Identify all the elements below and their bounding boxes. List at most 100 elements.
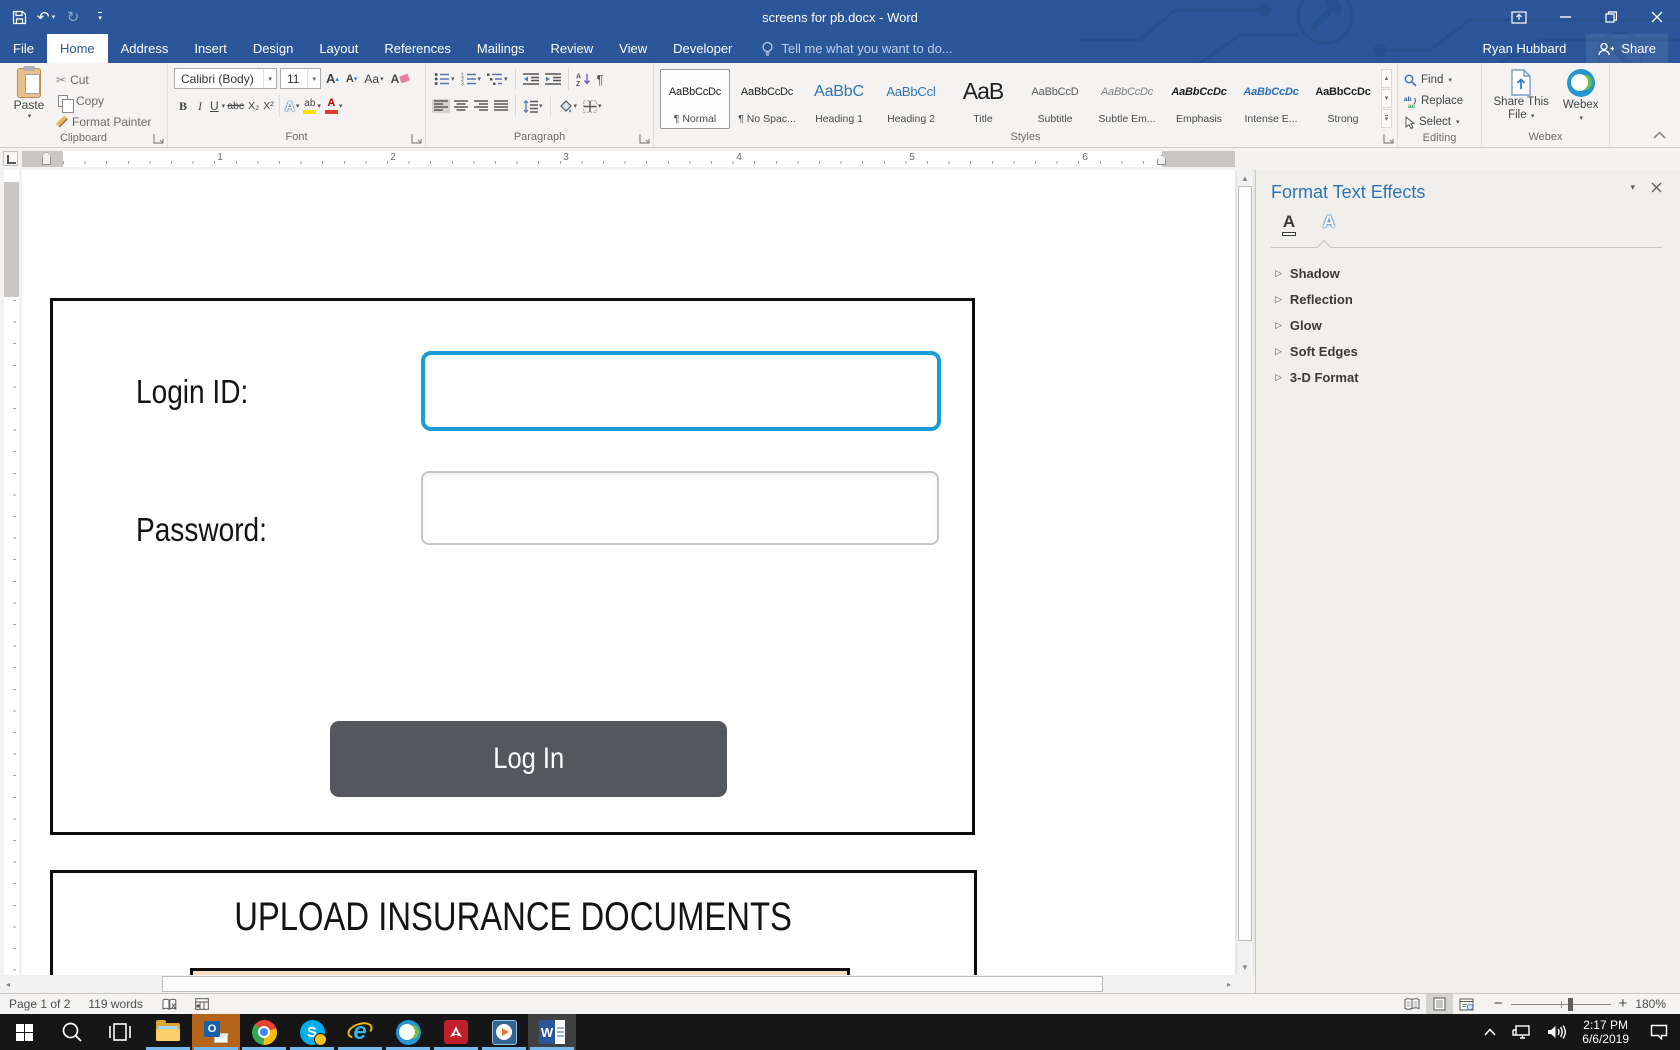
- style-normal[interactable]: AaBbCcDc¶ Normal: [660, 69, 730, 129]
- webex-button[interactable]: Webex ▾: [1559, 66, 1603, 130]
- tab-address[interactable]: Address: [108, 34, 182, 63]
- print-layout-button[interactable]: [1426, 994, 1453, 1015]
- network-status[interactable]: [1505, 1014, 1539, 1050]
- scroll-down-icon[interactable]: ▼: [1237, 959, 1253, 975]
- bold-button[interactable]: B: [174, 98, 192, 115]
- section-soft-edges[interactable]: ▷Soft Edges: [1271, 338, 1662, 364]
- align-right-button[interactable]: [472, 99, 490, 113]
- underline-button[interactable]: U: [208, 98, 221, 114]
- clear-formatting-button[interactable]: A: [389, 71, 412, 87]
- sort-button[interactable]: AZ: [574, 71, 593, 87]
- style-heading-1[interactable]: AaBbCHeading 1: [804, 69, 874, 129]
- undo-button[interactable]: ↶▾: [37, 6, 55, 28]
- shrink-font-button[interactable]: A▾: [344, 72, 359, 86]
- zoom-percentage[interactable]: 180%: [1635, 997, 1666, 1011]
- scroll-right-icon[interactable]: ▸: [1221, 975, 1237, 993]
- scroll-up-icon[interactable]: ▲: [1237, 170, 1253, 186]
- taskbar-media-player[interactable]: [480, 1014, 528, 1050]
- macro-record-icon[interactable]: [187, 994, 217, 1014]
- copy-button[interactable]: Copy: [56, 91, 151, 110]
- paste-button[interactable]: Paste ▾: [6, 66, 52, 131]
- grow-font-button[interactable]: A▴: [324, 70, 341, 87]
- change-case-button[interactable]: Aa▾: [362, 71, 385, 87]
- tab-design[interactable]: Design: [240, 34, 306, 63]
- borders-button[interactable]: ▾: [581, 99, 604, 114]
- page-indicator[interactable]: Page 1 of 2: [0, 994, 79, 1014]
- show-hide-pilcrow-button[interactable]: ¶: [595, 71, 606, 88]
- pane-close-icon[interactable]: [1651, 182, 1662, 193]
- strikethrough-button[interactable]: abc: [225, 99, 246, 113]
- tab-insert[interactable]: Insert: [181, 34, 240, 63]
- pane-menu-icon[interactable]: ▾: [1630, 182, 1635, 193]
- proofing-status-icon[interactable]: [152, 994, 187, 1014]
- share-this-file-button[interactable]: Share This File ▾: [1490, 66, 1553, 130]
- clipboard-dialog-launcher-icon[interactable]: [153, 133, 164, 144]
- style-strong[interactable]: AaBbCcDcStrong: [1308, 69, 1378, 129]
- password-field[interactable]: [421, 471, 939, 545]
- font-dialog-launcher-icon[interactable]: [411, 133, 422, 144]
- paragraph-dialog-launcher-icon[interactable]: [639, 133, 650, 144]
- taskbar-webex[interactable]: [384, 1014, 432, 1050]
- tab-view[interactable]: View: [606, 34, 660, 63]
- taskbar-chrome[interactable]: [240, 1014, 288, 1050]
- document-page[interactable]: Login ID: Password: Log In UPLOAD INSURA…: [22, 170, 1235, 975]
- ribbon-display-options-icon[interactable]: [1496, 0, 1542, 34]
- read-mode-button[interactable]: [1399, 994, 1426, 1015]
- style-subtitle[interactable]: AaBbCcDSubtitle: [1020, 69, 1090, 129]
- justify-button[interactable]: [492, 99, 510, 113]
- taskbar-search-button[interactable]: [48, 1014, 96, 1050]
- styles-scroll-down-icon[interactable]: ▾: [1381, 89, 1392, 108]
- zoom-slider[interactable]: [1511, 998, 1611, 1011]
- restore-button[interactable]: [1588, 0, 1634, 34]
- undo-dropdown-icon[interactable]: ▾: [52, 13, 56, 21]
- font-size-dropdown-icon[interactable]: ▾: [307, 69, 320, 88]
- taskbar-file-explorer[interactable]: [144, 1014, 192, 1050]
- scroll-left-icon[interactable]: ◂: [0, 975, 16, 993]
- upload-bar[interactable]: [190, 968, 850, 975]
- customize-qat-button[interactable]: ▾: [91, 6, 109, 28]
- login-mockup-box[interactable]: Login ID: Password: Log In: [50, 298, 975, 835]
- styles-scroll-up-icon[interactable]: ▴: [1381, 69, 1392, 88]
- minimize-button[interactable]: [1542, 0, 1588, 34]
- font-color-button[interactable]: A▾: [323, 97, 345, 115]
- replace-button[interactable]: abacReplace: [1404, 92, 1463, 110]
- section-reflection[interactable]: ▷Reflection: [1271, 286, 1662, 312]
- paste-dropdown-icon[interactable]: ▾: [28, 112, 32, 120]
- style-heading-2[interactable]: AaBbCclHeading 2: [876, 69, 946, 129]
- login-id-field[interactable]: [421, 351, 941, 431]
- taskbar-outlook[interactable]: O: [192, 1014, 240, 1050]
- shading-button[interactable]: ▾: [556, 99, 580, 114]
- align-center-button[interactable]: [452, 99, 470, 113]
- tab-developer[interactable]: Developer: [660, 34, 745, 63]
- web-layout-button[interactable]: [1453, 994, 1480, 1015]
- font-family-dropdown-icon[interactable]: ▾: [263, 69, 276, 88]
- task-view-button[interactable]: [96, 1014, 144, 1050]
- font-size-combo[interactable]: 11▾: [280, 68, 321, 89]
- numbering-button[interactable]: 123▾: [459, 71, 484, 87]
- redo-button[interactable]: ↻: [64, 6, 82, 28]
- format-painter-button[interactable]: Format Painter: [56, 112, 151, 131]
- tab-selector[interactable]: [3, 151, 18, 166]
- decrease-indent-button[interactable]: [521, 71, 541, 87]
- taskbar-acrobat[interactable]: [432, 1014, 480, 1050]
- italic-button[interactable]: I: [192, 98, 208, 115]
- style-emphasis[interactable]: AaBbCcDcEmphasis: [1164, 69, 1234, 129]
- save-icon[interactable]: [10, 6, 28, 28]
- section-glow[interactable]: ▷Glow: [1271, 312, 1662, 338]
- text-effects-tab[interactable]: A: [1317, 213, 1341, 236]
- vertical-scroll-thumb[interactable]: [1238, 186, 1252, 941]
- bullets-button[interactable]: ▾: [432, 71, 457, 87]
- tab-home[interactable]: Home: [47, 34, 108, 63]
- upload-mockup-box[interactable]: UPLOAD INSURANCE DOCUMENTS: [50, 870, 977, 975]
- tell-me-box[interactable]: Tell me what you want to do...: [761, 34, 952, 63]
- taskbar-word[interactable]: W: [528, 1014, 576, 1050]
- action-center-button[interactable]: [1638, 1014, 1680, 1050]
- vertical-scrollbar[interactable]: ▲ ▼: [1237, 170, 1253, 975]
- find-button[interactable]: Find▾: [1404, 71, 1463, 89]
- start-button[interactable]: [0, 1014, 48, 1050]
- user-name[interactable]: Ryan Hubbard: [1482, 41, 1566, 56]
- tab-layout[interactable]: Layout: [306, 34, 371, 63]
- style-no-spacing[interactable]: AaBbCcDc¶ No Spac...: [732, 69, 802, 129]
- taskbar-skype[interactable]: S: [288, 1014, 336, 1050]
- tab-references[interactable]: References: [371, 34, 463, 63]
